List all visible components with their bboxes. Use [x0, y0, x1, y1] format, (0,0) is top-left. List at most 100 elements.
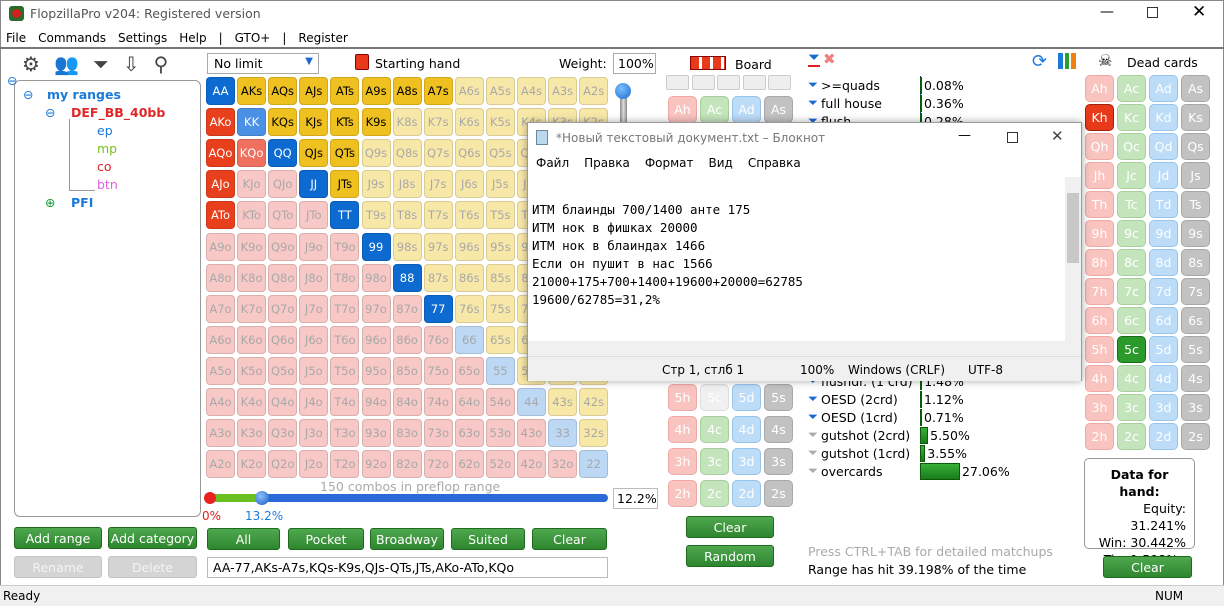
close-button[interactable]: ✕: [1192, 2, 1206, 22]
dead-card-8s[interactable]: 8s: [1181, 249, 1210, 276]
hand-cell-K2o[interactable]: K2o: [237, 450, 267, 479]
hand-cell-A8s[interactable]: A8s: [392, 77, 422, 105]
notepad-vscrollbar[interactable]: [1065, 177, 1081, 341]
hand-cell-K7s[interactable]: K7s: [423, 108, 453, 137]
dead-card-Tc[interactable]: Tc: [1117, 191, 1146, 218]
hand-cell-Q4o[interactable]: Q4o: [268, 388, 298, 416]
dead-card-5s[interactable]: 5s: [1181, 336, 1210, 363]
notepad-minimize-button[interactable]: —: [958, 128, 971, 143]
import-icon[interactable]: ⇩: [123, 52, 140, 76]
board-slot[interactable]: [768, 75, 791, 90]
board-card-3s[interactable]: 3s: [764, 448, 793, 475]
maximize-button[interactable]: [1147, 7, 1158, 18]
dead-card-2d[interactable]: 2d: [1149, 423, 1178, 450]
hand-cell-96o[interactable]: 96o: [361, 325, 391, 354]
hand-cell-A8o[interactable]: A8o: [206, 263, 235, 292]
hand-cell-A6s[interactable]: A6s: [454, 77, 484, 105]
range-slider-min-handle[interactable]: [204, 492, 216, 504]
hand-cell-QTs[interactable]: QTs: [330, 139, 360, 168]
hand-cell-AJo[interactable]: AJo: [206, 170, 235, 199]
tree-item-btn[interactable]: btn: [97, 177, 118, 192]
dead-card-Js[interactable]: Js: [1181, 162, 1210, 189]
stat-row[interactable]: ⏷ >=quads 0.08%: [808, 76, 964, 94]
hand-cell-42o[interactable]: 42o: [517, 450, 546, 479]
hand-cell-87o[interactable]: 87o: [392, 294, 422, 323]
hand-cell-65o[interactable]: 65o: [454, 356, 484, 385]
hand-cell-85s[interactable]: 85s: [485, 263, 515, 292]
rename-button[interactable]: Rename: [14, 556, 102, 578]
dead-card-Td[interactable]: Td: [1149, 191, 1178, 218]
hand-cell-T4o[interactable]: T4o: [330, 388, 360, 416]
dead-clear-button[interactable]: Clear: [1103, 556, 1192, 578]
hand-cell-43o[interactable]: 43o: [517, 419, 546, 448]
range-slider-track[interactable]: [210, 494, 608, 502]
hand-cell-J7o[interactable]: J7o: [299, 294, 329, 323]
hand-cell-88[interactable]: 88: [392, 263, 422, 292]
hand-cell-T3o[interactable]: T3o: [330, 419, 360, 448]
hand-cell-J8s[interactable]: J8s: [392, 170, 422, 199]
notepad-close-button[interactable]: ✕: [1051, 127, 1064, 145]
tree-item-ep[interactable]: ep: [97, 123, 113, 138]
weight-input[interactable]: 100%: [613, 53, 656, 74]
hand-cell-44[interactable]: 44: [517, 388, 546, 416]
notepad-maximize-button[interactable]: [1007, 132, 1018, 143]
hand-cell-K8o[interactable]: K8o: [237, 263, 267, 292]
hand-cell-65s[interactable]: 65s: [485, 325, 515, 354]
hand-cell-QJs[interactable]: QJs: [299, 139, 329, 168]
board-card-5d[interactable]: 5d: [732, 384, 761, 411]
dead-card-Ac[interactable]: Ac: [1117, 75, 1146, 102]
minimize-button[interactable]: —: [1100, 4, 1114, 20]
hand-cell-T2o[interactable]: T2o: [330, 450, 360, 479]
menu-item[interactable]: Register: [292, 28, 353, 48]
hand-cell-K3o[interactable]: K3o: [237, 419, 267, 448]
board-slot[interactable]: [717, 75, 740, 90]
clear-filter-icon[interactable]: ✖: [823, 50, 836, 68]
hand-cell-75s[interactable]: 75s: [485, 294, 515, 323]
menu-item[interactable]: Settings: [112, 28, 173, 48]
dead-card-9d[interactable]: 9d: [1149, 220, 1178, 247]
select-suited-button[interactable]: Suited: [451, 528, 525, 550]
dead-card-Th[interactable]: Th: [1085, 191, 1114, 218]
select-all-button[interactable]: All: [207, 528, 280, 550]
dead-card-7c[interactable]: 7c: [1117, 278, 1146, 305]
hand-cell-K5o[interactable]: K5o: [237, 356, 267, 385]
hand-cell-98o[interactable]: 98o: [361, 263, 391, 292]
hand-cell-ATs[interactable]: ATs: [330, 77, 360, 105]
hand-cell-Q3o[interactable]: Q3o: [268, 419, 298, 448]
hand-cell-97o[interactable]: 97o: [361, 294, 391, 323]
board-card-3d[interactable]: 3d: [732, 448, 761, 475]
hand-cell-T9s[interactable]: T9s: [361, 201, 391, 230]
tree-root[interactable]: my ranges: [47, 87, 121, 102]
hand-cell-KJo[interactable]: KJo: [237, 170, 267, 199]
board-clear-button[interactable]: Clear: [686, 516, 774, 538]
hand-cell-62o[interactable]: 62o: [454, 450, 484, 479]
hand-cell-J6s[interactable]: J6s: [454, 170, 484, 199]
hand-cell-Q6s[interactable]: Q6s: [454, 139, 484, 168]
hand-cell-Q8s[interactable]: Q8s: [392, 139, 422, 168]
gear-icon[interactable]: ⚙: [22, 52, 40, 76]
add-range-button[interactable]: Add range: [14, 527, 102, 549]
dead-card-7h[interactable]: 7h: [1085, 278, 1114, 305]
hand-cell-J9o[interactable]: J9o: [299, 232, 329, 261]
dead-card-Qd[interactable]: Qd: [1149, 133, 1178, 160]
hand-cell-KK[interactable]: KK: [237, 108, 267, 137]
hand-cell-94o[interactable]: 94o: [361, 388, 391, 416]
hand-cell-Q8o[interactable]: Q8o: [268, 263, 298, 292]
hand-cell-55[interactable]: 55: [485, 356, 515, 385]
hand-cell-43s[interactable]: 43s: [548, 388, 578, 416]
chart-icon[interactable]: [1058, 53, 1076, 69]
dead-card-3s[interactable]: 3s: [1181, 394, 1210, 421]
hand-cell-54o[interactable]: 54o: [485, 388, 515, 416]
hand-cell-A4o[interactable]: A4o: [206, 388, 235, 416]
dead-card-Kc[interactable]: Kc: [1117, 104, 1146, 131]
board-card-3c[interactable]: 3c: [700, 448, 729, 475]
hand-cell-Q2o[interactable]: Q2o: [268, 450, 298, 479]
collapse-icon[interactable]: ⊖: [23, 87, 33, 102]
hand-cell-A7o[interactable]: A7o: [206, 294, 235, 323]
search-icon[interactable]: ⚲: [154, 52, 169, 76]
hand-cell-J6o[interactable]: J6o: [299, 325, 329, 354]
hand-cell-J9s[interactable]: J9s: [361, 170, 391, 199]
range-text-input[interactable]: AA-77,AKs-A7s,KQs-K9s,QJs-QTs,JTs,AKo-AT…: [207, 557, 608, 578]
hand-cell-J5o[interactable]: J5o: [299, 356, 329, 385]
hand-cell-T5s[interactable]: T5s: [485, 201, 515, 230]
